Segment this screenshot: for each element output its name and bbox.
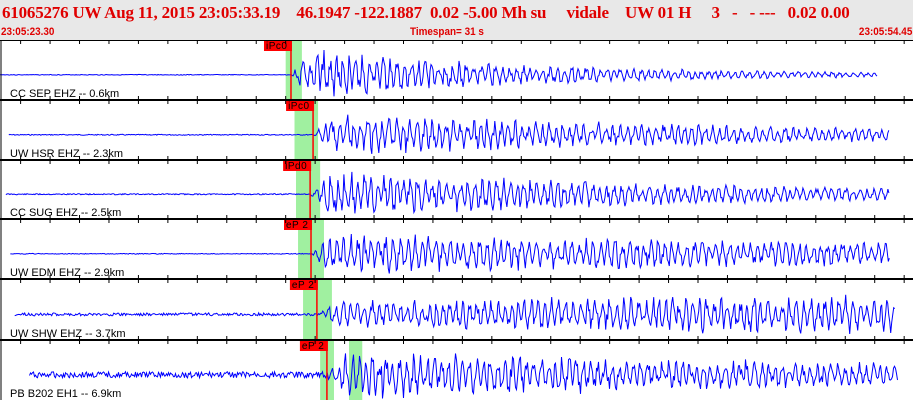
waveform-trace xyxy=(0,49,878,97)
time-axis-divider xyxy=(0,336,913,344)
channel-panel[interactable]: iPd0 CC SUG EHZ -- 2.5km xyxy=(5,160,890,219)
pick-label: iPc0 xyxy=(288,101,309,112)
pick-window xyxy=(349,340,363,400)
channel-panel[interactable]: iPc0 CC SEP EHZ -- 0.6km xyxy=(0,40,878,100)
channel-label: CC SUG EHZ -- 2.5km xyxy=(10,207,121,219)
waveform-trace xyxy=(8,114,890,154)
time-axis-divider xyxy=(0,156,913,164)
timespan-label: Timespan= 31 s xyxy=(410,26,484,38)
end-time: 23:05:54.45 xyxy=(858,26,912,38)
waveform-trace xyxy=(5,171,890,215)
pick-label: eP 2 xyxy=(292,280,314,291)
channel-label: CC SEP EHZ -- 0.6km xyxy=(10,88,119,100)
time-axis-divider xyxy=(0,40,913,44)
channel-panel[interactable]: eP 2 PB B202 EH1 -- 6.9km xyxy=(10,340,898,400)
channel-label: UW HSR EHZ -- 2.3km xyxy=(10,148,123,160)
event-title: 61065276 UW Aug 11, 2015 23:05:33.19 46.… xyxy=(2,3,850,22)
channel-label: UW EDM EHZ -- 2.9km xyxy=(10,267,124,279)
time-axis-divider xyxy=(0,215,913,223)
seismogram-panels[interactable]: iPc0 CC SEP EHZ -- 0.6km iPc0 UW HSR EHZ --… xyxy=(0,40,913,400)
waveform-trace xyxy=(10,233,890,274)
event-header: 61065276 UW Aug 11, 2015 23:05:33.19 46.… xyxy=(0,0,913,40)
time-axis-divider xyxy=(0,275,913,283)
channel-panel[interactable]: eP 2 UW EDM EHZ -- 2.9km xyxy=(10,219,890,279)
waveform-trace xyxy=(29,353,898,399)
pick-label: iPd0 xyxy=(285,161,307,172)
channel-label: PB B202 EH1 -- 6.9km xyxy=(10,388,121,400)
waveform-trace xyxy=(14,294,896,335)
start-time: 23:05:23.30 xyxy=(1,26,55,38)
pick-label: eP 2 xyxy=(302,341,324,352)
pick-label: eP 2 xyxy=(286,220,308,231)
channel-panel[interactable]: eP 2 UW SHW EHZ -- 3.7km xyxy=(10,279,896,340)
channel-label: UW SHW EHZ -- 3.7km xyxy=(10,328,126,340)
channel-panel[interactable]: iPc0 UW HSR EHZ -- 2.3km xyxy=(8,100,890,160)
time-axis-divider xyxy=(0,96,913,104)
pick-label: iPc0 xyxy=(266,41,287,52)
